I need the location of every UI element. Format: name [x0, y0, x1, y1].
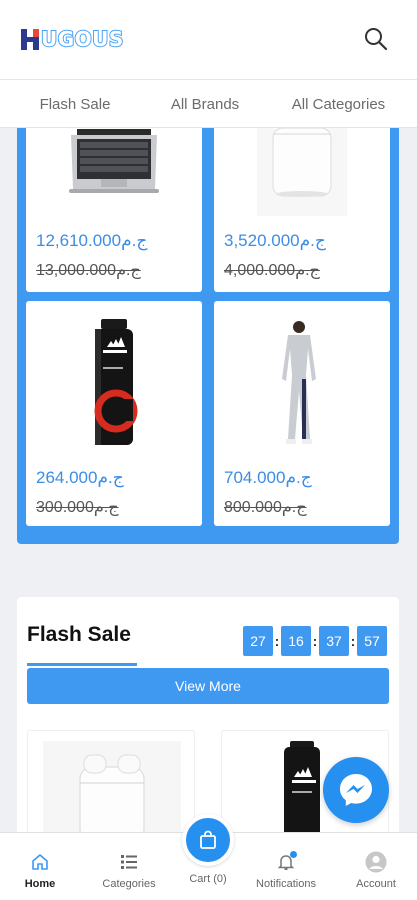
- app-header: UGOUS: [0, 0, 417, 80]
- title-underline: [27, 663, 137, 666]
- product-old-price: 800.000ج.م: [224, 499, 307, 516]
- brand-logo[interactable]: UGOUS: [20, 24, 124, 54]
- nav-account-label: Account: [356, 878, 396, 890]
- timer-separator: :: [274, 633, 280, 649]
- product-image-laptop: [26, 128, 202, 198]
- product-price: 3,520.000ج.م: [224, 231, 326, 250]
- tab-all-categories[interactable]: All Categories: [260, 80, 417, 128]
- view-more-button[interactable]: View More: [27, 668, 389, 704]
- product-card-adidas-deodorant[interactable]: 264.000ج.م 300.000ج.م: [26, 301, 202, 526]
- nav-categories[interactable]: Categories: [98, 833, 160, 900]
- timer-minutes: 37: [319, 626, 349, 656]
- flash-product-airpods[interactable]: [27, 730, 195, 840]
- logo-text: UGOUS: [40, 26, 124, 52]
- product-old-price: 300.000ج.م: [36, 499, 119, 516]
- product-card-laptop[interactable]: 12,610.000ج.م 13,000.000ج.م: [26, 128, 202, 292]
- timer-days: 27: [243, 626, 273, 656]
- countdown-timer: 27 : 16 : 37 : 57: [243, 626, 387, 656]
- notification-dot: [290, 851, 297, 858]
- list-icon: [118, 851, 140, 873]
- product-old-price: 4,000.000ج.م: [224, 262, 320, 279]
- timer-seconds: 57: [357, 626, 387, 656]
- flash-sale-title: Flash Sale: [27, 623, 131, 646]
- nav-account[interactable]: Account: [352, 833, 400, 900]
- nav-cart-label: Cart (0): [189, 873, 227, 885]
- timer-separator: :: [312, 633, 318, 649]
- nav-categories-label: Categories: [102, 878, 156, 890]
- tab-flash-sale[interactable]: Flash Sale: [0, 80, 150, 128]
- tab-all-brands[interactable]: All Brands: [150, 80, 260, 128]
- product-image-tracksuit: [214, 319, 390, 449]
- product-price: 704.000ج.م: [224, 468, 312, 487]
- product-image-deodorant: [26, 319, 202, 447]
- timer-separator: :: [350, 633, 356, 649]
- avatar-icon: [365, 851, 387, 873]
- messenger-chat-button[interactable]: [323, 757, 389, 823]
- product-image-airpods: [214, 128, 390, 218]
- timer-hours: 16: [281, 626, 311, 656]
- logo-h-mark: [21, 29, 39, 50]
- product-old-price: 13,000.000ج.م: [36, 262, 141, 279]
- category-tabs: Flash Sale All Brands All Categories: [0, 80, 417, 128]
- product-price: 264.000ج.م: [36, 468, 124, 487]
- cart-button[interactable]: [182, 814, 234, 866]
- product-card-tracksuit[interactable]: 704.000ج.م 800.000ج.م: [214, 301, 390, 526]
- search-button[interactable]: [363, 26, 389, 52]
- product-image-airpods: [43, 741, 181, 839]
- search-icon: [365, 28, 388, 51]
- bell-icon: [275, 851, 297, 873]
- featured-products-panel: 12,610.000ج.م 13,000.000ج.م 3,520.000ج.م…: [17, 128, 399, 544]
- product-card-airpods[interactable]: 3,520.000ج.م 4,000.000ج.م: [214, 128, 390, 292]
- home-icon: [29, 851, 51, 873]
- nav-notifications[interactable]: Notifications: [250, 833, 322, 900]
- nav-home[interactable]: Home: [18, 833, 62, 900]
- messenger-icon: [340, 774, 372, 806]
- shopping-bag-icon: [200, 830, 216, 849]
- nav-notifications-label: Notifications: [256, 878, 316, 890]
- nav-home-label: Home: [24, 878, 56, 890]
- product-price: 12,610.000ج.م: [36, 231, 148, 250]
